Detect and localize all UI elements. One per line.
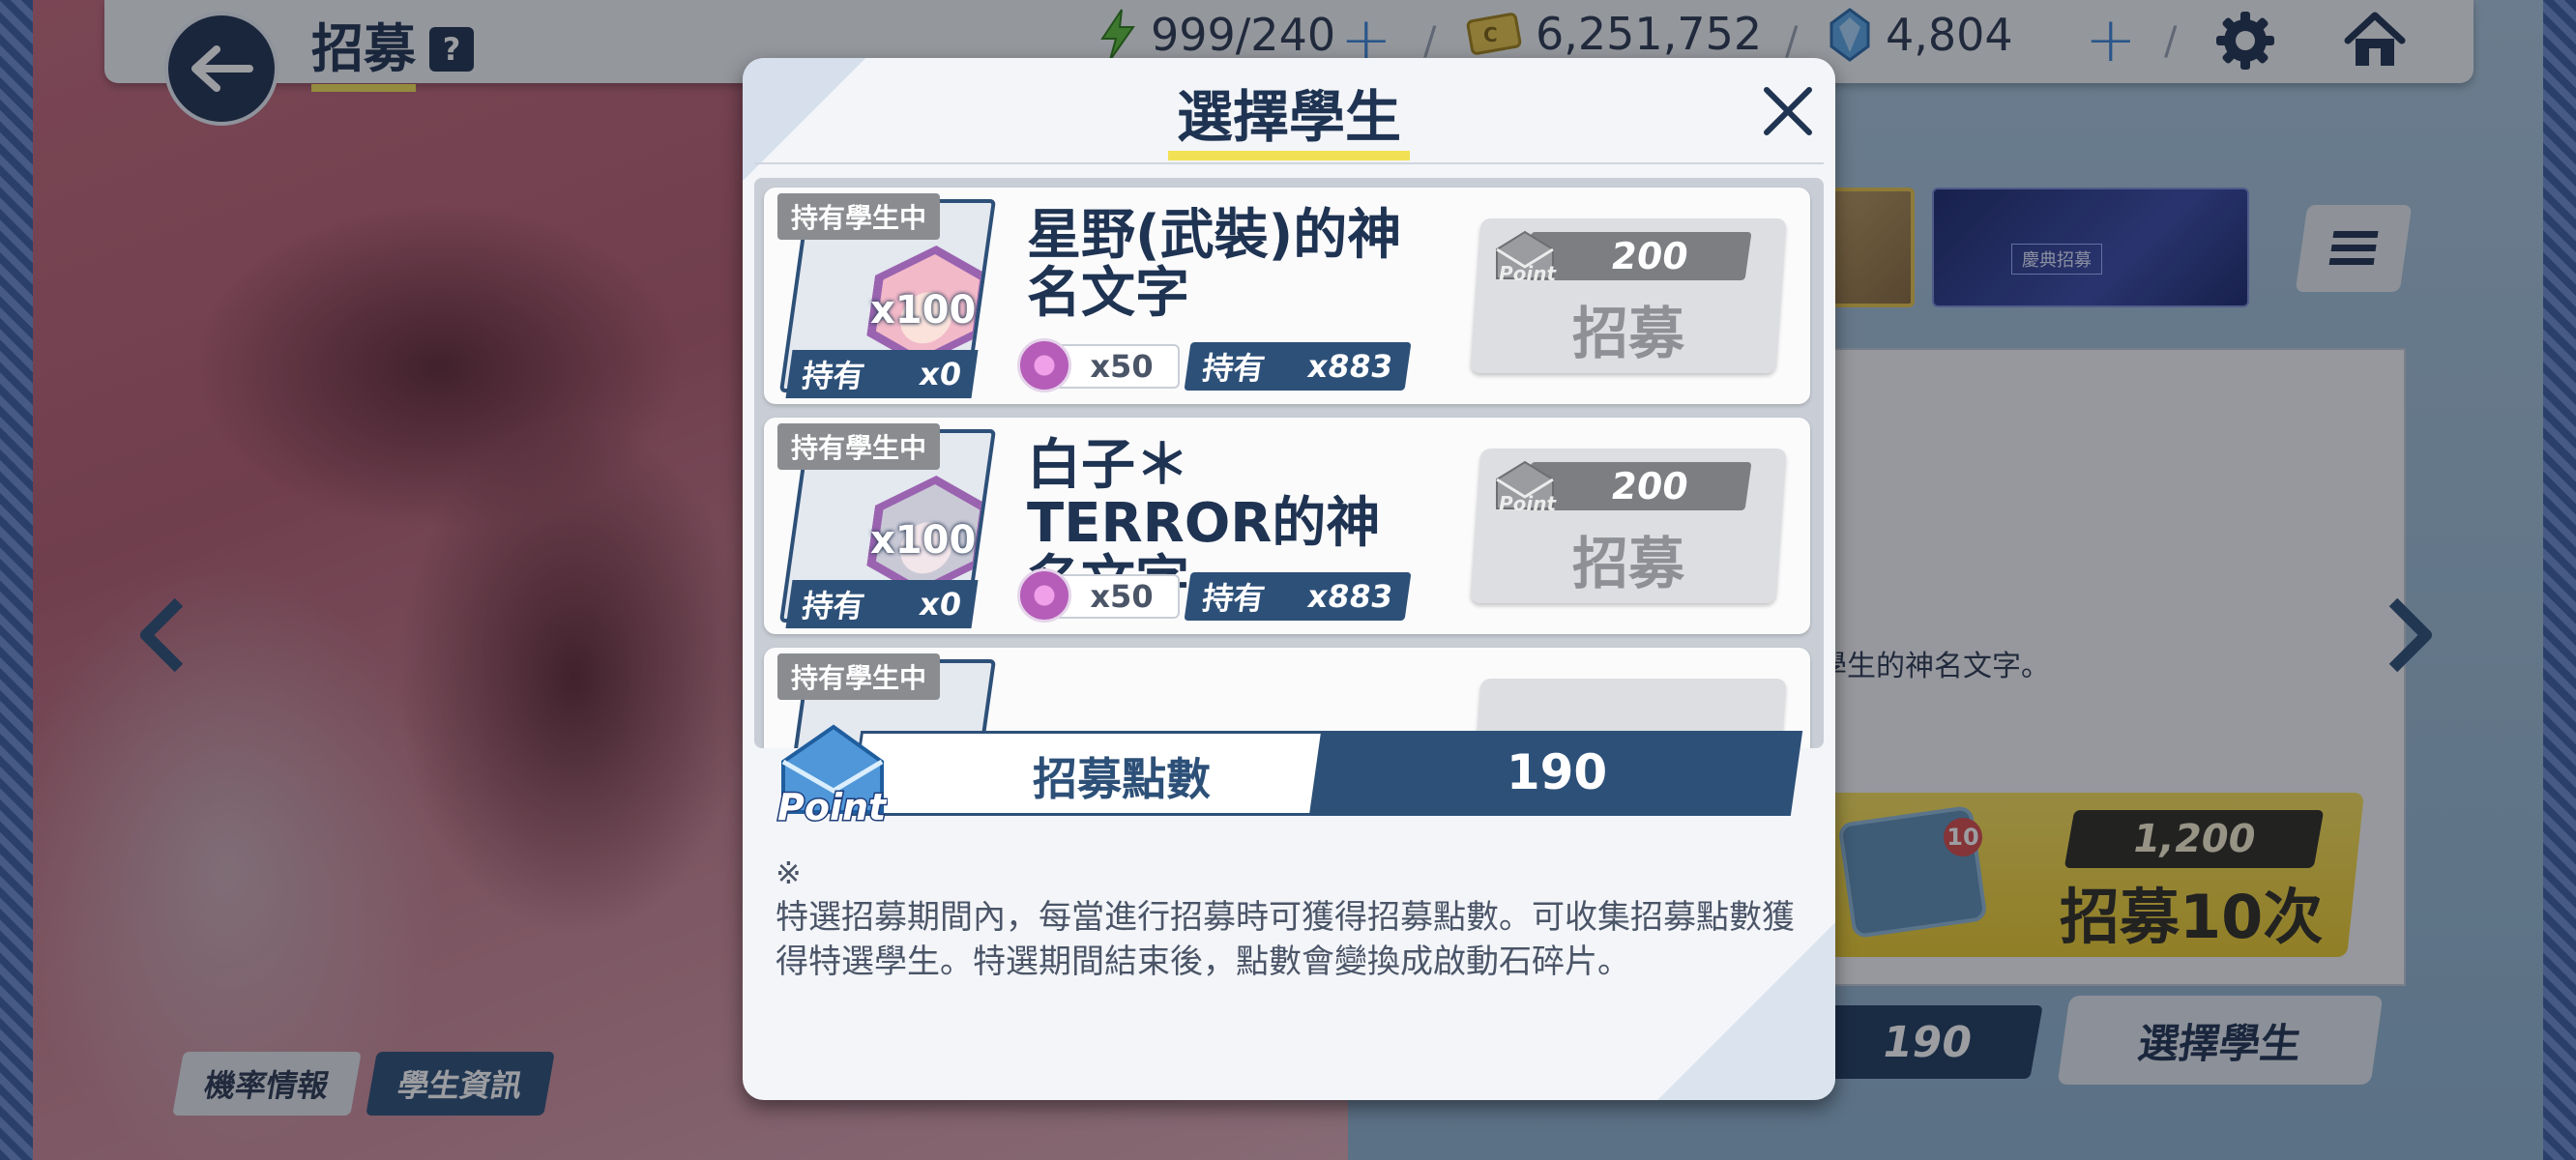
dialog-title: 選擇學生	[1176, 84, 1401, 150]
note-description: 特選招募期間內，每當進行招募時可獲得招募點數。可收集招募點數獲得特選學生。特選期…	[776, 898, 1795, 981]
eleph-owned-label: 持有	[1200, 580, 1268, 617]
close-icon	[1764, 87, 1812, 135]
close-button[interactable]	[1754, 77, 1822, 145]
eleph-owned-label: 持有	[1200, 350, 1268, 387]
student-card: 持有學生中 x100 持有 x0 白子＊TERROR的神名文字 x50 持有 x…	[764, 418, 1810, 634]
svg-text:Point: Point	[1499, 262, 1557, 285]
owned-count: x0	[917, 356, 964, 392]
student-list[interactable]: 持有學生中 x100 持有 x0 星野(武裝)的神名文字 x50 持有 x883…	[754, 178, 1824, 748]
owned-student-tag: 持有學生中	[777, 193, 941, 240]
owned-count: x0	[917, 586, 964, 623]
recruit-button-label: 招募	[1571, 531, 1684, 596]
student-name: 星野(武裝)的神名文字	[1027, 204, 1402, 325]
owned-label: 持有	[800, 358, 867, 394]
recruit-points-label: 招募點數	[1033, 753, 1211, 805]
owned-student-tag: 持有學生中	[777, 653, 941, 700]
point-envelope-icon: Point	[776, 724, 888, 826]
student-card: 持有學生中 x100 持有 x0 星野(武裝)的神名文字 x50 持有 x883…	[764, 188, 1810, 404]
eleph-owned-count: x883	[1304, 578, 1395, 615]
recruit-points-value: 190	[1506, 744, 1608, 800]
point-envelope-icon: Point	[1496, 460, 1557, 515]
point-icon-label: Point	[777, 786, 888, 826]
eleph-reward-quantity: x100	[870, 288, 977, 333]
point-envelope-icon: Point	[1496, 230, 1557, 285]
recruit-points-bar: 招募點數 190	[822, 731, 1803, 816]
eleph-owned-bar: 持有 x883	[1184, 342, 1412, 391]
owned-student-tag: 持有學生中	[777, 423, 941, 470]
owned-label: 持有	[800, 588, 867, 624]
eleph-icon	[1017, 568, 1071, 623]
svg-text:Point: Point	[1499, 492, 1557, 515]
eleph-owned-bar: 持有 x883	[1184, 572, 1412, 621]
owned-count-bar: 持有 x0	[785, 580, 979, 628]
select-student-dialog: 選擇學生 持有學生中 x100 持有 x0 星野(武裝)的神名文字 x50 持有…	[743, 58, 1835, 1100]
eleph-icon	[1017, 338, 1071, 392]
eleph-reward-quantity: x100	[870, 518, 977, 563]
owned-count-bar: 持有 x0	[785, 350, 979, 398]
note-mark: ※	[776, 855, 802, 891]
title-underline	[1168, 151, 1410, 160]
divider	[754, 162, 1824, 164]
recruit-button-label: 招募	[1571, 301, 1684, 366]
eleph-owned-count: x883	[1304, 348, 1395, 385]
